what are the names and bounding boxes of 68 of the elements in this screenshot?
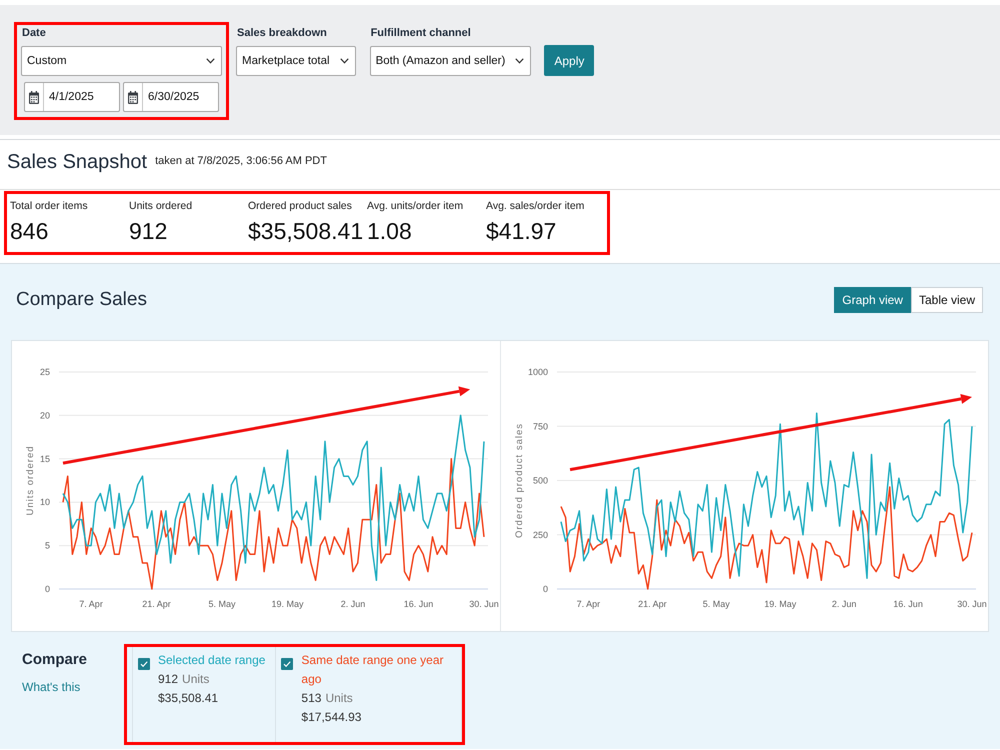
timestamp-text: taken at 7/8/2025, 3:06:56 AM PDT (155, 155, 327, 168)
y-tick-label: 250 (532, 530, 548, 540)
whats-this-link[interactable]: What's this (22, 680, 80, 694)
checkbox[interactable] (281, 658, 294, 670)
metric-label: Total order items (10, 200, 88, 213)
range-label: Selected date range (158, 652, 266, 669)
sales-amount: $17,544.93 (301, 709, 362, 726)
units-label: Units (325, 690, 353, 707)
calendar-icon (29, 90, 39, 104)
x-tick-label: 2. Jun (340, 599, 366, 609)
x-tick-label: 7. Apr (576, 599, 600, 609)
metric-value: $41.97 (486, 217, 556, 245)
y-tick-label: 1000 (528, 367, 548, 377)
chevron-down-icon (515, 58, 524, 64)
date-field[interactable]: 4/1/2025 (24, 82, 120, 112)
x-tick-label: 30. Jun (957, 599, 987, 609)
calendar-icon (128, 90, 138, 104)
y-tick-label: 20 (40, 410, 50, 420)
metric-value: 1.08 (367, 217, 412, 245)
y-tick-label: 750 (532, 421, 548, 432)
x-tick-label: 5. May (702, 599, 730, 609)
units-count: 912 (158, 671, 178, 688)
checkbox[interactable] (138, 658, 150, 670)
metric-label: Avg. units/order item (367, 200, 464, 213)
range-label: Same date range one year ago (301, 652, 445, 688)
date-field[interactable]: 6/30/2025 (123, 82, 219, 112)
y-tick-label: 0 (44, 584, 50, 594)
x-tick-label: 19. May (272, 599, 304, 609)
chevron-down-icon (340, 58, 349, 64)
filter-label: Date (21, 27, 46, 40)
units-count: 513 (301, 690, 322, 707)
x-tick-label: 16. Jun (893, 599, 923, 609)
x-tick-label: 5. May (208, 599, 236, 609)
metric-label: Ordered product sales (248, 200, 352, 213)
x-tick-label: 21. Apr (638, 599, 667, 609)
y-axis-title: Units ordered (25, 445, 36, 516)
y-tick-label: 10 (40, 497, 50, 508)
x-tick-label: 21. Apr (142, 599, 171, 609)
y-tick-label: 0 (542, 584, 548, 594)
section-title: Sales Snapshot (7, 150, 148, 174)
apply-button[interactable]: Apply (544, 45, 594, 76)
x-tick-label: 7. Apr (79, 599, 103, 609)
y-tick-label: 15 (40, 454, 50, 464)
sales-amount: $35,508.41 (158, 690, 218, 707)
section-title: Compare Sales (16, 288, 147, 312)
filter-label: Sales breakdown (236, 27, 327, 40)
metric-label: Avg. sales/order item (486, 200, 584, 213)
y-tick-label: 500 (532, 476, 548, 486)
metric-value: $35,508.41 (248, 217, 364, 245)
dropdown[interactable]: Custom (21, 46, 222, 76)
x-tick-label: 30. Jun (469, 599, 499, 609)
filter-label: Fulfillment channel (370, 27, 471, 40)
x-tick-label: 19. May (764, 599, 796, 609)
dropdown[interactable]: Both (Amazon and seller) (370, 46, 532, 76)
y-tick-label: 25 (40, 367, 50, 377)
x-tick-label: 16. Jun (404, 599, 434, 609)
x-tick-label: 2. Jun (832, 599, 856, 609)
metric-value: 912 (129, 217, 168, 245)
units-label: Units (182, 671, 210, 688)
metric-value: 846 (10, 217, 48, 245)
dropdown[interactable]: Marketplace total (236, 46, 356, 76)
view-toggle-button[interactable]: Table view (910, 287, 983, 313)
compare-title: Compare (22, 651, 88, 669)
y-tick-label: 5 (44, 540, 50, 551)
y-axis-title: Ordered product sales (514, 423, 525, 538)
chevron-down-icon (206, 58, 215, 64)
view-toggle-button[interactable]: Graph view (834, 287, 911, 313)
metric-label: Units ordered (129, 200, 192, 213)
